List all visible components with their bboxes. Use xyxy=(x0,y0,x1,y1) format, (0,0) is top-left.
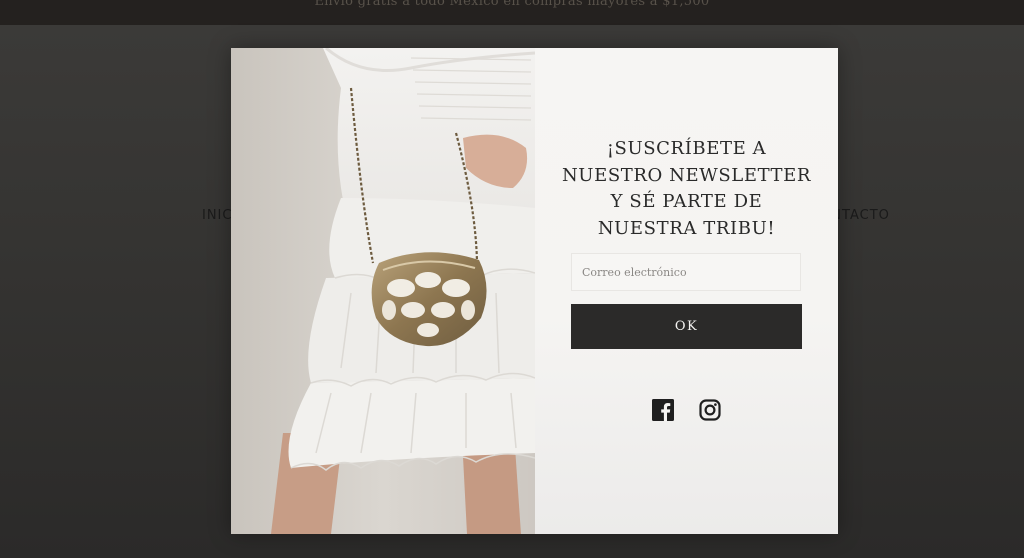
popup-title-line-1: ¡SUSCRÍBETE A xyxy=(606,138,767,159)
photo-illustration xyxy=(231,48,535,534)
instagram-icon[interactable] xyxy=(699,399,721,421)
popup-title-line-3: Y SÉ PARTE DE xyxy=(610,191,763,212)
facebook-icon[interactable] xyxy=(652,399,674,421)
announcement-bar: Envío gratis a todo México en compras ma… xyxy=(0,0,1024,25)
popup-title: ¡SUSCRÍBETE A NUESTRO NEWSLETTER Y SÉ PA… xyxy=(535,136,838,242)
popup-title-line-4: NUESTRA TRIBU! xyxy=(597,217,776,239)
email-field[interactable] xyxy=(571,253,801,291)
announcement-text: Envío gratis a todo México en compras ma… xyxy=(314,0,710,9)
popup-product-photo xyxy=(231,48,535,534)
popup-form-panel: ¡SUSCRÍBETE A NUESTRO NEWSLETTER Y SÉ PA… xyxy=(535,48,838,534)
popup-title-line-2: NUESTRO NEWSLETTER xyxy=(561,164,812,186)
newsletter-popup: ¡SUSCRÍBETE A NUESTRO NEWSLETTER Y SÉ PA… xyxy=(231,48,838,534)
ok-button[interactable]: OK xyxy=(571,304,802,349)
